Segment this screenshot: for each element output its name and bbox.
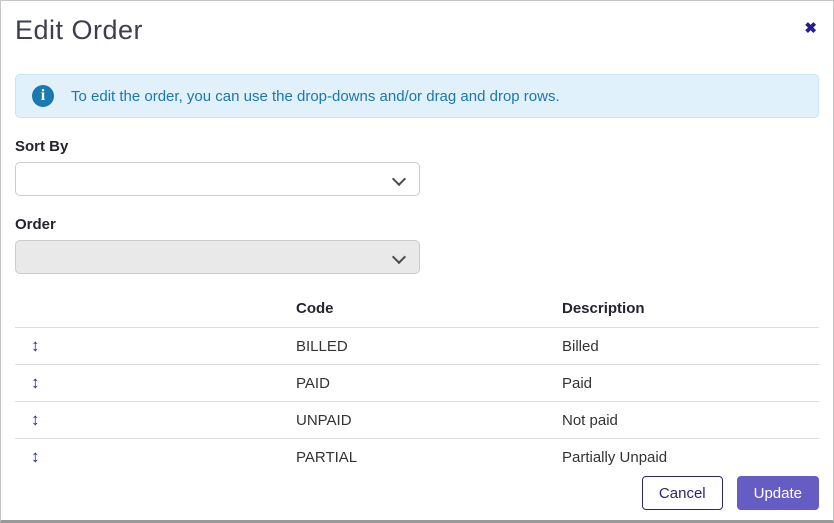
drag-handle-icon[interactable]: ↕ [31,374,40,391]
chevron-down-icon [391,171,407,187]
table-header-row: Code Description [15,291,819,328]
sort-by-select[interactable] [15,162,420,196]
sort-by-group: Sort By [15,138,819,196]
drag-column-header [15,291,296,328]
description-cell: Billed [562,327,819,365]
close-icon[interactable]: ✖ [802,15,819,42]
drag-handle-icon[interactable]: ↕ [31,337,40,354]
chevron-down-icon [391,249,407,265]
description-cell: Paid [562,364,819,402]
drag-handle-icon[interactable]: ↕ [31,411,40,428]
order-table: Code Description ↕ BILLED Billed ↕ PAID … [15,291,819,475]
edit-order-dialog: Edit Order ✖ i To edit the order, you ca… [0,0,834,523]
update-button[interactable]: Update [736,476,819,510]
cancel-button[interactable]: Cancel [641,476,723,510]
code-cell: PARTIAL [296,448,358,466]
table-row: ↕ PAID Paid [15,364,819,402]
table-row: ↕ BILLED Billed [15,327,819,365]
page-title: Edit Order [15,15,144,45]
code-cell: BILLED [296,327,562,365]
code-cell: UNPAID [296,401,562,439]
description-cell: Not paid [562,401,819,439]
order-group: Order [15,216,819,274]
code-cell: PAID [296,364,562,402]
table-row: ↕ UNPAID Not paid [15,401,819,439]
dialog-header: Edit Order ✖ [15,1,819,45]
description-column-header: Description [562,291,819,328]
info-icon: i [32,85,54,107]
order-label: Order [15,216,56,233]
description-cell: Partially Unpaid [562,448,668,466]
drag-handle-icon[interactable]: ↕ [31,448,40,465]
info-message: To edit the order, you can use the drop-… [71,87,560,105]
dialog-footer: Cancel Update [641,476,819,510]
code-column-header: Code [296,291,562,328]
info-banner: i To edit the order, you can use the dro… [15,74,819,118]
order-select [15,240,420,274]
table-row: ↕ PARTIAL Partially Unpaid [15,439,819,476]
sort-by-label: Sort By [15,138,69,155]
